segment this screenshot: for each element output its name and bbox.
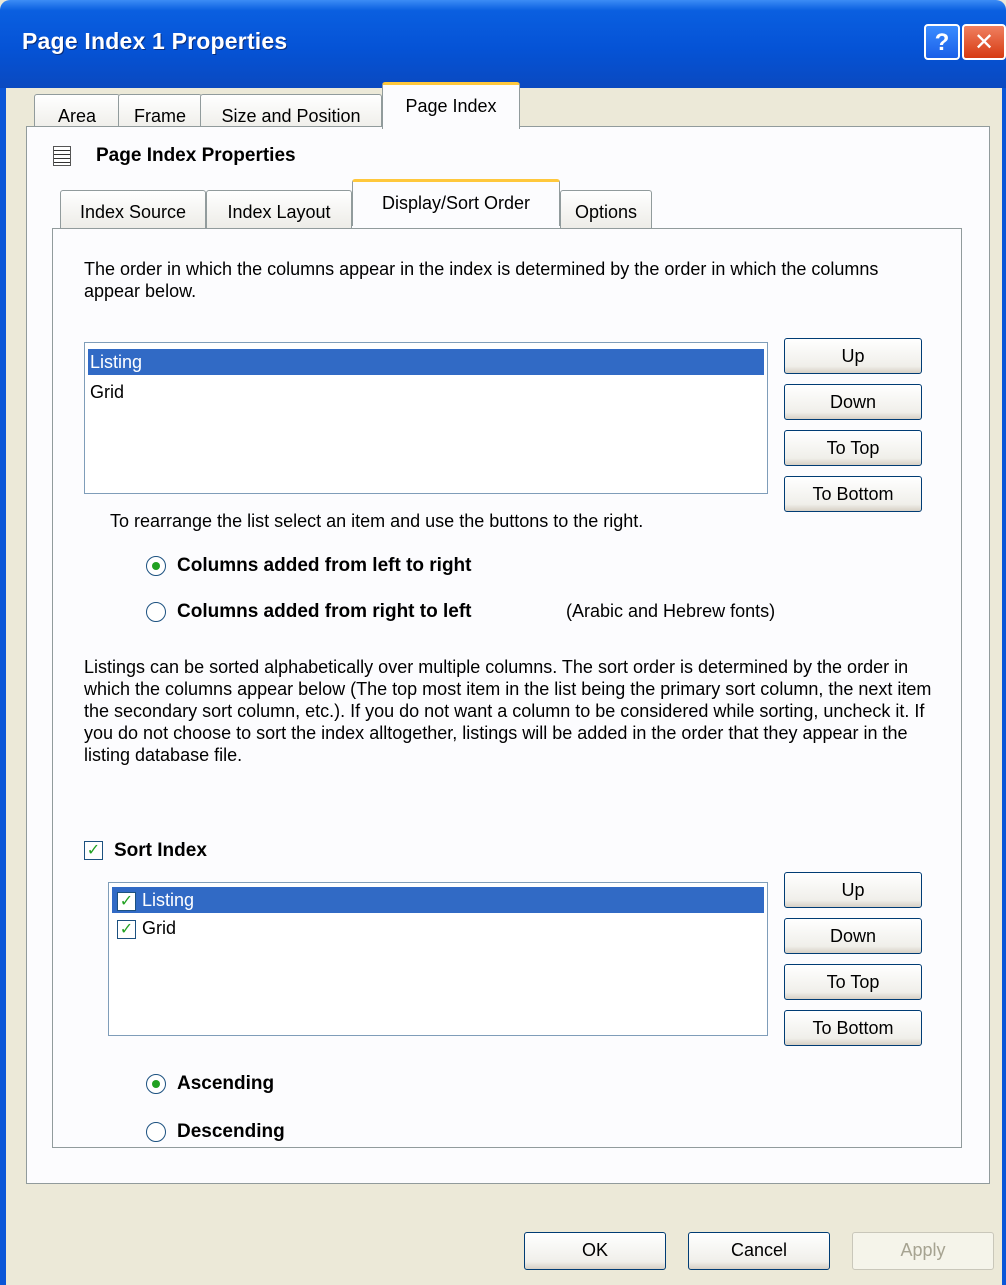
help-button[interactable]: ?	[924, 24, 960, 60]
section-title: Page Index Properties	[96, 145, 296, 166]
close-button[interactable]: ✕	[962, 24, 1006, 60]
list-item[interactable]: Listing	[88, 349, 764, 375]
down-button[interactable]: Down	[784, 384, 922, 420]
list-item[interactable]: Grid	[112, 915, 764, 941]
to-bottom-button[interactable]: To Bottom	[784, 1010, 922, 1046]
radio-right-to-left[interactable]	[146, 602, 166, 622]
up-button[interactable]: Up	[784, 338, 922, 374]
display-intro-text: The order in which the columns appear in…	[84, 259, 879, 301]
tab-display-sort-order[interactable]: Display/Sort Order	[352, 179, 560, 226]
sort-index-label[interactable]: Sort Index	[114, 840, 207, 862]
grid-checkbox[interactable]: ✓	[117, 920, 136, 939]
sort-intro-text: Listings can be sorted alphabetically ov…	[84, 657, 932, 765]
up-button[interactable]: Up	[784, 872, 922, 908]
rtl-fonts-note: (Arabic and Hebrew fonts)	[566, 601, 776, 621]
list-item-label: Listing	[142, 890, 195, 910]
down-button[interactable]: Down	[784, 918, 922, 954]
to-top-button[interactable]: To Top	[784, 964, 922, 1000]
listing-checkbox[interactable]: ✓	[117, 892, 136, 911]
radio-descending[interactable]	[146, 1122, 166, 1142]
tab-index-source[interactable]: Index Source	[60, 190, 206, 230]
title-bar[interactable]: Page Index 1 Properties ? ✕	[0, 0, 1006, 88]
column-order-list[interactable]: Listing Grid	[84, 342, 768, 494]
sort-column-list[interactable]: Listing ✓ Grid ✓	[108, 882, 768, 1036]
page-index-icon	[53, 146, 71, 166]
list-item[interactable]: Listing	[112, 887, 764, 913]
tab-index-layout[interactable]: Index Layout	[206, 190, 352, 230]
radio-ascending[interactable]	[146, 1074, 166, 1094]
ok-button[interactable]: OK	[524, 1232, 666, 1270]
radio-descending-label[interactable]: Descending	[177, 1121, 285, 1143]
window-border-left	[0, 88, 6, 1285]
radio-left-to-right-label[interactable]: Columns added from left to right	[177, 555, 472, 577]
cancel-button[interactable]: Cancel	[688, 1232, 830, 1270]
radio-right-to-left-label[interactable]: Columns added from right to left	[177, 601, 472, 623]
to-top-button[interactable]: To Top	[784, 430, 922, 466]
dialog-window: Page Index 1 Properties ? ✕ Area Frame S…	[0, 0, 1006, 1285]
radio-ascending-label[interactable]: Ascending	[177, 1073, 274, 1095]
window-border-right	[1002, 88, 1006, 1285]
list-item-label: Grid	[142, 918, 177, 938]
window-title: Page Index 1 Properties	[22, 28, 288, 54]
to-bottom-button[interactable]: To Bottom	[784, 476, 922, 512]
radio-left-to-right[interactable]	[146, 556, 166, 576]
tab-page-index[interactable]: Page Index	[382, 82, 520, 129]
rearrange-hint: To rearrange the list select an item and…	[110, 511, 644, 531]
tab-options[interactable]: Options	[560, 190, 652, 230]
list-item[interactable]: Grid	[88, 379, 764, 405]
sort-index-checkbox[interactable]: ✓	[84, 841, 103, 860]
apply-button[interactable]: Apply	[852, 1232, 994, 1270]
